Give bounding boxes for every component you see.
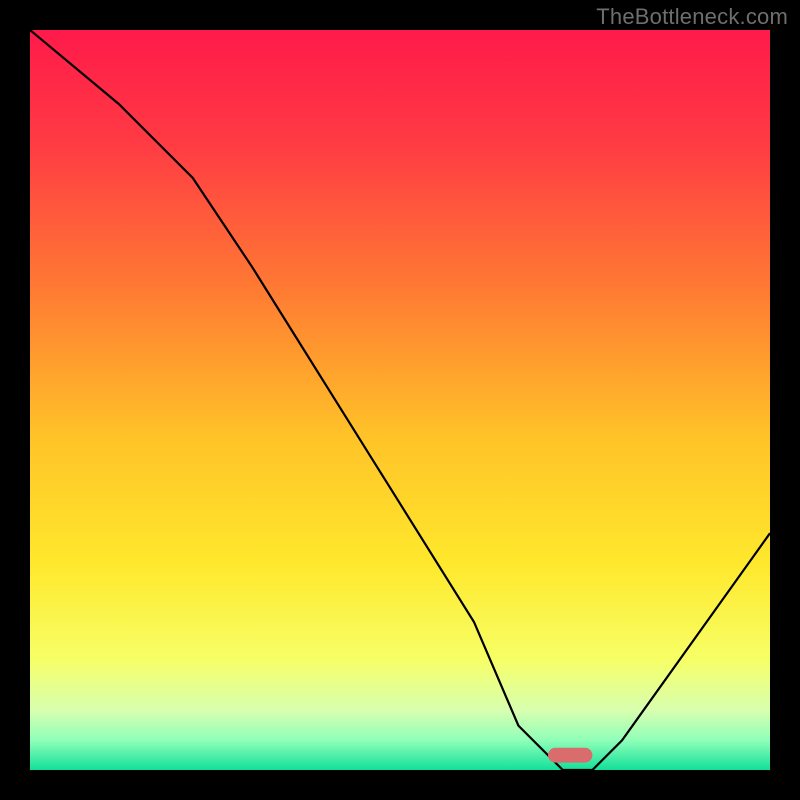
chart-background-gradient xyxy=(30,30,770,770)
chart-svg xyxy=(30,30,770,770)
chart-marker-pill xyxy=(548,748,592,763)
watermark-text: TheBottleneck.com xyxy=(596,4,788,30)
chart-plot-area xyxy=(30,30,770,770)
